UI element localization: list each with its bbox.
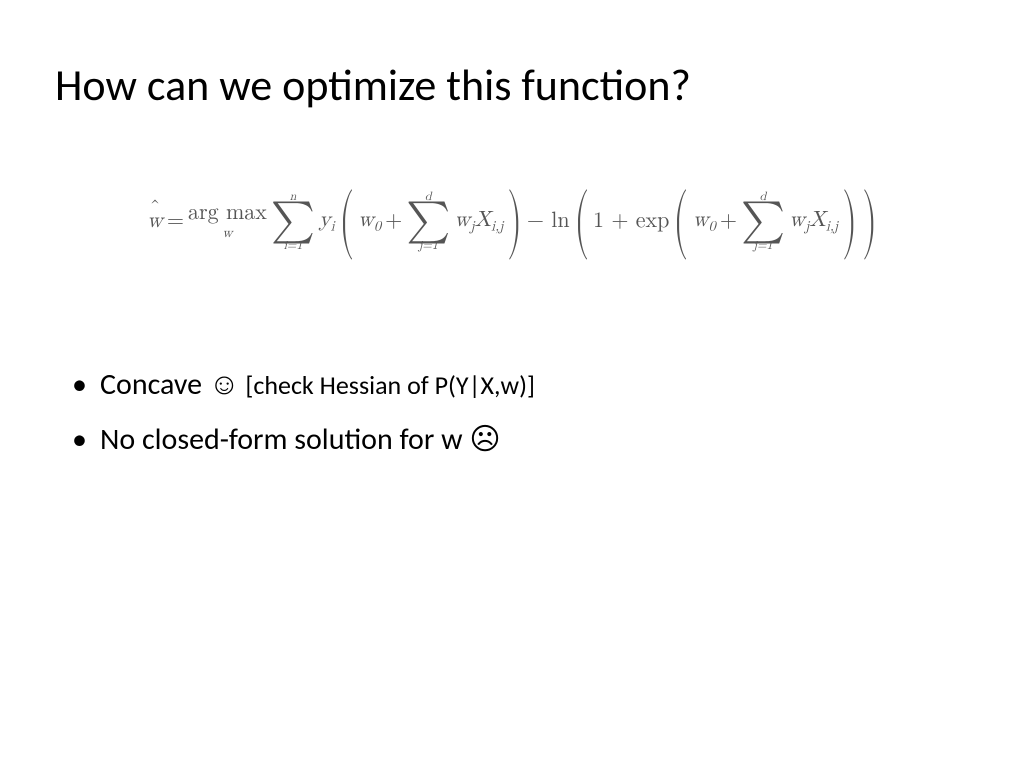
lparen-3: (	[674, 195, 689, 248]
sigma-icon: ∑	[741, 205, 785, 238]
rparen-2: )	[862, 195, 877, 248]
lparen-2: (	[574, 195, 589, 248]
rparen-1: )	[508, 195, 523, 248]
sum-outer-bot: i=1	[284, 240, 303, 252]
equals: =	[167, 208, 184, 234]
formula-block: w = arg max w n ∑ i=1 yi ( w0 + d ∑	[55, 191, 969, 253]
wj-xij-2: wjXi,j	[789, 207, 838, 235]
bullet-tail: [check Hessian of P(Y|X,w)]	[240, 369, 535, 401]
bullet-lead: Concave	[100, 366, 209, 403]
slide-title: How can we optimize this function?	[55, 60, 969, 111]
bullet-lead: No closed-form solution for w	[100, 421, 469, 458]
argmax: arg max w	[188, 202, 267, 240]
w0-term-1: w0	[358, 207, 381, 235]
wj-xij-1: wjXi,j	[454, 207, 503, 235]
lhs-w-hat: w	[147, 208, 163, 234]
sum-inner-2: d ∑ j=1	[741, 191, 785, 253]
frown-icon: ☹	[469, 423, 500, 456]
argmax-label: arg max	[188, 202, 267, 224]
bullet-no-closed-form: No closed-form solution for w ☹	[100, 417, 969, 464]
w0-term-2: w0	[693, 207, 716, 235]
formula: w = arg max w n ∑ i=1 yi ( w0 + d ∑	[147, 191, 877, 253]
plus-1: +	[385, 208, 402, 234]
y-i: yi	[319, 207, 335, 235]
lparen-1: (	[339, 195, 354, 248]
slide: How can we optimize this function? w = a…	[0, 0, 1024, 768]
sum-outer: n ∑ i=1	[271, 191, 315, 253]
sigma-icon: ∑	[406, 205, 450, 238]
bullet-list: Concave ☺ [check Hessian of P(Y|X,w)] No…	[55, 362, 969, 463]
bullet-concave: Concave ☺ [check Hessian of P(Y|X,w)]	[100, 362, 969, 409]
one-plus-exp: 1 + exp	[593, 208, 669, 234]
smile-icon: ☺	[209, 368, 240, 401]
rparen-3: )	[842, 195, 857, 248]
argmax-sub: w	[222, 226, 232, 240]
sum-inner-1: d ∑ j=1	[406, 191, 450, 253]
minus-ln: − ln	[527, 208, 570, 234]
plus-2: +	[720, 208, 737, 234]
sigma-icon: ∑	[271, 205, 315, 238]
